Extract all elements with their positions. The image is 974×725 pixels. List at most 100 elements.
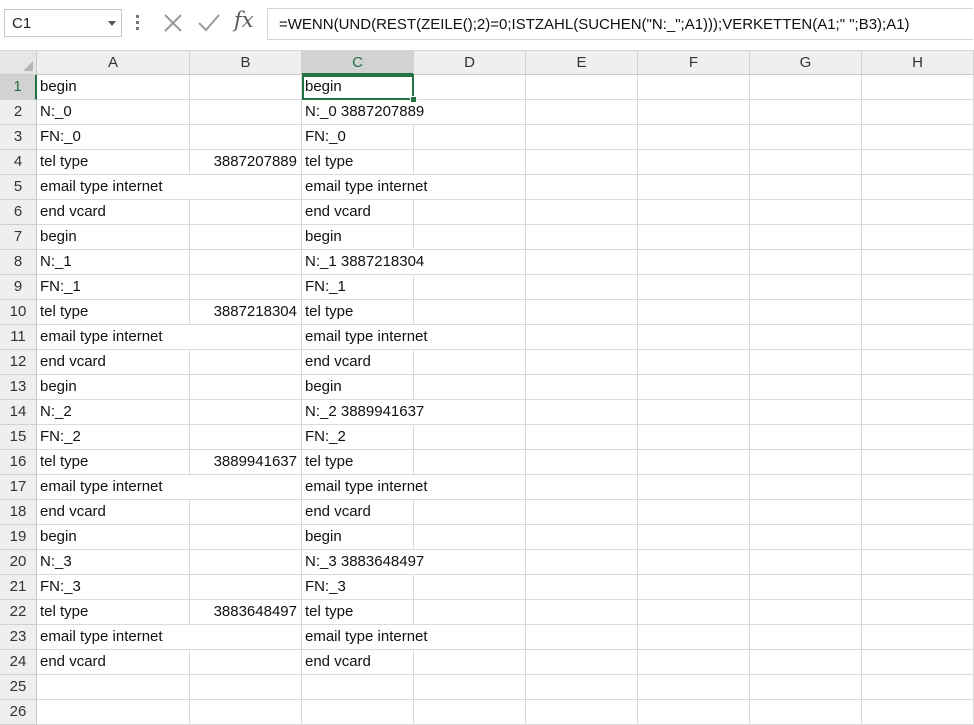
cell-g6[interactable] [750, 200, 862, 225]
cell-a26[interactable] [37, 700, 190, 725]
cell-b23[interactable] [190, 625, 302, 650]
cell-f6[interactable] [638, 200, 750, 225]
cell-g21[interactable] [750, 575, 862, 600]
cell-f17[interactable] [638, 475, 750, 500]
row-header[interactable]: 17 [0, 475, 37, 500]
cell-c17[interactable]: email type internet [302, 475, 428, 500]
cell-a9[interactable]: FN:_1 [37, 275, 190, 300]
cell-b7[interactable] [190, 225, 302, 250]
cell-a13[interactable]: begin [37, 375, 190, 400]
cell-e21[interactable] [526, 575, 638, 600]
cell-c26[interactable] [302, 700, 414, 725]
cell-d18[interactable] [414, 500, 526, 525]
cell-g20[interactable] [750, 550, 862, 575]
cell-g1[interactable] [750, 75, 862, 100]
row-header[interactable]: 3 [0, 125, 37, 150]
cell-h26[interactable] [862, 700, 974, 725]
cell-e6[interactable] [526, 200, 638, 225]
cell-e22[interactable] [526, 600, 638, 625]
cell-h12[interactable] [862, 350, 974, 375]
column-header-d[interactable]: D [414, 51, 526, 75]
cell-a20[interactable]: N:_3 [37, 550, 190, 575]
close-x-icon[interactable] [160, 10, 186, 36]
cell-a24[interactable]: end vcard [37, 650, 190, 675]
checkmark-icon[interactable] [196, 10, 222, 36]
cell-g5[interactable] [750, 175, 862, 200]
cell-g7[interactable] [750, 225, 862, 250]
cell-a23[interactable]: email type internet [37, 625, 190, 650]
cell-f22[interactable] [638, 600, 750, 625]
row-header[interactable]: 2 [0, 100, 37, 125]
cell-g4[interactable] [750, 150, 862, 175]
cell-f21[interactable] [638, 575, 750, 600]
cell-h14[interactable] [862, 400, 974, 425]
cell-f8[interactable] [638, 250, 750, 275]
cell-c22[interactable]: tel type [302, 600, 414, 625]
cell-f11[interactable] [638, 325, 750, 350]
cell-b11[interactable] [190, 325, 302, 350]
cell-h16[interactable] [862, 450, 974, 475]
cell-f15[interactable] [638, 425, 750, 450]
cell-c15[interactable]: FN:_2 [302, 425, 414, 450]
cell-g18[interactable] [750, 500, 862, 525]
cell-c23[interactable]: email type internet [302, 625, 428, 650]
row-header[interactable]: 21 [0, 575, 37, 600]
vertical-dots-icon[interactable] [136, 13, 140, 33]
row-header[interactable]: 8 [0, 250, 37, 275]
row-header[interactable]: 5 [0, 175, 37, 200]
column-header-f[interactable]: F [638, 51, 750, 75]
cell-h21[interactable] [862, 575, 974, 600]
cell-a14[interactable]: N:_2 [37, 400, 190, 425]
cell-b20[interactable] [190, 550, 302, 575]
cell-f13[interactable] [638, 375, 750, 400]
cell-e23[interactable] [526, 625, 638, 650]
cell-c24[interactable]: end vcard [302, 650, 414, 675]
cell-h6[interactable] [862, 200, 974, 225]
cell-b9[interactable] [190, 275, 302, 300]
cell-b24[interactable] [190, 650, 302, 675]
row-header[interactable]: 14 [0, 400, 37, 425]
cell-d17[interactable] [414, 475, 526, 500]
cell-h17[interactable] [862, 475, 974, 500]
cell-e12[interactable] [526, 350, 638, 375]
cell-a15[interactable]: FN:_2 [37, 425, 190, 450]
cell-h3[interactable] [862, 125, 974, 150]
formula-input[interactable]: =WENN(UND(REST(ZEILE();2)=0;ISTZAHL(SUCH… [267, 8, 973, 40]
cell-g17[interactable] [750, 475, 862, 500]
cell-d9[interactable] [414, 275, 526, 300]
cell-e1[interactable] [526, 75, 638, 100]
cell-f7[interactable] [638, 225, 750, 250]
cell-c8[interactable]: N:_1 3887218304 [302, 250, 424, 275]
cell-a8[interactable]: N:_1 [37, 250, 190, 275]
cell-b17[interactable] [190, 475, 302, 500]
cell-b15[interactable] [190, 425, 302, 450]
cell-b1[interactable] [190, 75, 302, 100]
row-header[interactable]: 12 [0, 350, 37, 375]
cell-h15[interactable] [862, 425, 974, 450]
cell-c21[interactable]: FN:_3 [302, 575, 414, 600]
cell-h20[interactable] [862, 550, 974, 575]
cell-b16[interactable]: 3889941637 [190, 450, 302, 475]
cell-e5[interactable] [526, 175, 638, 200]
cell-e16[interactable] [526, 450, 638, 475]
cell-h9[interactable] [862, 275, 974, 300]
column-header-g[interactable]: G [750, 51, 862, 75]
cell-d22[interactable] [414, 600, 526, 625]
cell-g22[interactable] [750, 600, 862, 625]
cell-c1[interactable]: begin [302, 75, 414, 100]
cell-d3[interactable] [414, 125, 526, 150]
cell-c7[interactable]: begin [302, 225, 414, 250]
cell-f24[interactable] [638, 650, 750, 675]
cell-g9[interactable] [750, 275, 862, 300]
row-header[interactable]: 9 [0, 275, 37, 300]
cell-d15[interactable] [414, 425, 526, 450]
cell-b10[interactable]: 3887218304 [190, 300, 302, 325]
cell-e14[interactable] [526, 400, 638, 425]
cell-a16[interactable]: tel type [37, 450, 190, 475]
name-box[interactable]: C1 [4, 9, 122, 37]
cell-d11[interactable] [414, 325, 526, 350]
cell-c5[interactable]: email type internet [302, 175, 428, 200]
cell-c3[interactable]: FN:_0 [302, 125, 414, 150]
cell-c18[interactable]: end vcard [302, 500, 414, 525]
cell-h5[interactable] [862, 175, 974, 200]
